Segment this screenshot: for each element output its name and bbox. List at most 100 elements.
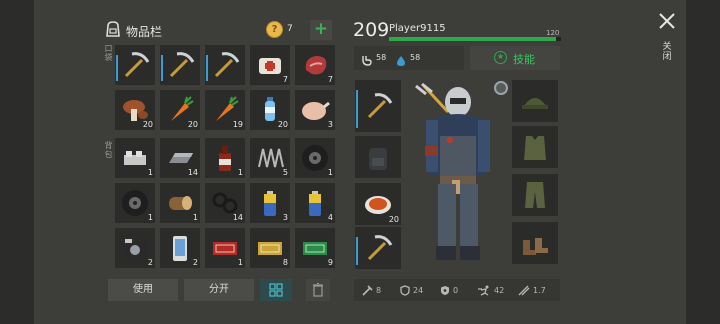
player-name: Player9115 <box>389 23 446 34</box>
pickaxe-icon <box>165 50 195 80</box>
sword-icon <box>362 285 373 296</box>
backpack-slot[interactable]: 1 <box>115 183 155 223</box>
backpack-slot[interactable]: 1 <box>115 138 155 178</box>
item-count: 19 <box>232 120 243 129</box>
add-coins-button[interactable]: + <box>310 20 332 40</box>
pocket-slot[interactable] <box>115 45 155 85</box>
pickaxe-icon <box>120 50 150 80</box>
inventory-title: 物品栏 <box>126 25 163 39</box>
item-count: 1 <box>147 213 153 222</box>
item-count: 20 <box>142 120 153 129</box>
battery-icon <box>300 188 330 218</box>
coin-count: 7 <box>287 24 293 34</box>
xp-bar <box>389 37 561 41</box>
armor-slot[interactable] <box>512 222 558 264</box>
pocket-slot[interactable] <box>205 45 245 85</box>
item-count: 2 <box>147 258 153 267</box>
camera-icon <box>120 233 150 263</box>
pocket-slot[interactable]: 20 <box>160 90 200 130</box>
durability-bar <box>116 55 118 81</box>
pocket-slot[interactable] <box>160 45 200 85</box>
trash-icon <box>313 283 323 297</box>
yellow-ticket-icon <box>255 233 285 263</box>
tire-icon <box>300 143 330 173</box>
item-count: 1 <box>192 213 198 222</box>
stomach-icon <box>360 52 372 66</box>
skills-button[interactable]: ★ 技能 <box>470 46 560 70</box>
pants-icon <box>520 180 550 210</box>
armor-slot[interactable] <box>512 174 558 216</box>
backpack-icon <box>363 142 393 172</box>
quick-slot[interactable] <box>355 80 401 132</box>
pocket-slot[interactable]: 3 <box>295 90 335 130</box>
backpack-slot[interactable]: 5 <box>250 138 290 178</box>
defense-value: 24 <box>413 286 424 295</box>
item-count: 8 <box>282 258 288 267</box>
durability-bar <box>356 90 358 128</box>
pickaxe-icon <box>363 233 393 263</box>
hat-icon <box>520 86 550 116</box>
item-count: 1 <box>327 168 333 177</box>
water-value: 58 <box>410 53 421 62</box>
pocket-slot[interactable]: 20 <box>115 90 155 130</box>
quick-slot[interactable] <box>355 227 401 269</box>
backpack-slot[interactable]: 1 <box>205 138 245 178</box>
slash-icon <box>518 285 530 296</box>
player-character <box>412 80 508 270</box>
phone-icon <box>165 233 195 263</box>
backpack-slot[interactable]: 8 <box>250 228 290 268</box>
character-badge-icon <box>494 81 508 95</box>
defense-stat: 24 <box>400 285 423 296</box>
item-count: 20 <box>277 120 288 129</box>
bandage-icon <box>255 50 285 80</box>
sort-grid-button[interactable] <box>260 279 292 301</box>
grid-icon <box>269 283 283 297</box>
skills-label: 技能 <box>513 53 535 66</box>
pickaxe-icon <box>210 50 240 80</box>
split-button[interactable]: 分开 <box>184 279 254 301</box>
backpack-slot[interactable]: 14 <box>160 138 200 178</box>
chicken-icon <box>300 95 330 125</box>
armor-slot[interactable] <box>512 126 558 168</box>
coin-icon: ? <box>266 21 283 38</box>
backpack-slot[interactable]: 9 <box>295 228 335 268</box>
pocket-slot[interactable]: 20 <box>250 90 290 130</box>
backpack-slot[interactable]: 2 <box>160 228 200 268</box>
battery-icon <box>255 188 285 218</box>
trash-button[interactable] <box>306 279 330 301</box>
pocket-slot[interactable]: 7 <box>250 45 290 85</box>
armor-slot[interactable] <box>512 80 558 122</box>
raw-meat-icon <box>300 50 330 80</box>
log-icon <box>165 188 195 218</box>
damage-stat: 1.7 <box>518 285 546 296</box>
backpack-label: 背包 <box>104 141 113 159</box>
backpack-slot[interactable]: 14 <box>205 183 245 223</box>
boots-icon <box>520 228 550 258</box>
use-button[interactable]: 使用 <box>108 279 178 301</box>
quick-slot[interactable] <box>355 136 401 178</box>
pocket-slot[interactable]: 19 <box>205 90 245 130</box>
close-button[interactable] <box>658 12 676 30</box>
backpack-slot[interactable]: 4 <box>295 183 335 223</box>
metal-parts-icon <box>120 143 150 173</box>
backpack-slot[interactable]: 3 <box>250 183 290 223</box>
durability-bar <box>356 237 358 265</box>
item-count: 2 <box>192 258 198 267</box>
red-ticket-icon <box>210 233 240 263</box>
quick-slot[interactable]: 20 <box>355 183 401 225</box>
radiation-value: 0 <box>453 286 459 295</box>
backpack-slot[interactable]: 1 <box>205 228 245 268</box>
xp-max: 120 <box>546 29 560 37</box>
item-count: 7 <box>327 75 333 84</box>
backpack-slot[interactable]: 1 <box>295 138 335 178</box>
item-count: 3 <box>282 213 288 222</box>
backpack-slot[interactable]: 1 <box>160 183 200 223</box>
backpack-slot[interactable]: 2 <box>115 228 155 268</box>
durability-bar <box>161 55 163 81</box>
radiation-shield-icon <box>441 286 449 295</box>
item-count: 1 <box>237 168 243 177</box>
damage-value: 1.7 <box>533 286 546 295</box>
pocket-slot[interactable]: 7 <box>295 45 335 85</box>
item-count: 5 <box>282 168 288 177</box>
close-icon <box>659 13 675 29</box>
